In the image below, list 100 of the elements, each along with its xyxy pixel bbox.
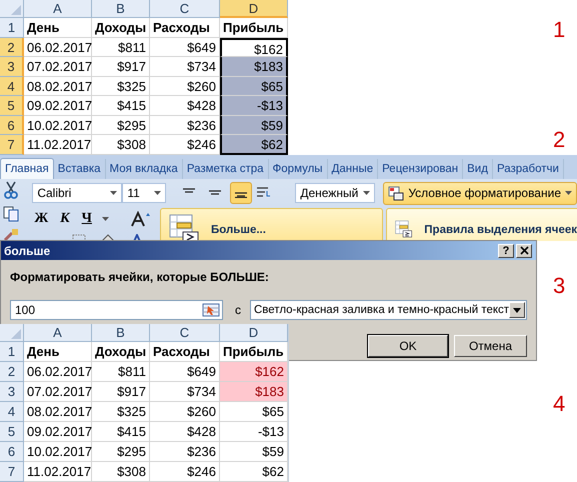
column-header[interactable]: D (220, 324, 288, 342)
column-header[interactable]: A (24, 324, 92, 342)
row-header[interactable]: 6 (0, 116, 24, 135)
grow-font-icon[interactable] (130, 211, 151, 227)
table-cell: $65 (220, 402, 288, 422)
row-header[interactable]: 2 (0, 38, 24, 57)
cancel-button[interactable]: Отмена (454, 335, 527, 357)
row-header[interactable]: 4 (0, 402, 24, 422)
format-button[interactable]: Ч (80, 211, 94, 227)
table-cell: $325 (92, 76, 150, 96)
table-cell: $183 (220, 382, 288, 402)
brush-icon[interactable] (3, 229, 19, 241)
table-cell: $917 (92, 57, 150, 76)
table-cell: 09.02.2017 (24, 422, 92, 442)
dialog-title: больше (4, 244, 52, 258)
triangle-icon (11, 329, 21, 339)
table-cell: $811 (92, 38, 150, 57)
row-header[interactable]: 2 (0, 362, 24, 382)
row-header[interactable]: 1 (0, 342, 24, 362)
align-button[interactable] (230, 182, 252, 204)
row-header[interactable]: 7 (0, 462, 24, 482)
table-cell: -$13 (220, 422, 288, 442)
table-cell: 06.02.2017 (24, 362, 92, 382)
row-header[interactable]: 3 (0, 382, 24, 402)
menu-item[interactable]: Правила выделения ячеек (386, 208, 577, 241)
row-header[interactable]: 6 (0, 442, 24, 462)
row-header[interactable]: 3 (0, 57, 24, 76)
table-cell: 10.02.2017 (24, 116, 92, 135)
column-header[interactable]: A (24, 0, 92, 18)
caret-icon (154, 191, 162, 195)
ribbon-tab[interactable]: Рецензирован (378, 159, 464, 179)
table-cell: $59 (220, 442, 288, 462)
column-header[interactable]: B (92, 0, 150, 18)
column-header[interactable]: D (220, 0, 288, 18)
row-header[interactable]: 7 (0, 135, 24, 154)
table-cell: 08.02.2017 (24, 76, 92, 96)
table-cell: $260 (150, 402, 220, 422)
format-style-dropdown[interactable]: Светло-красная заливка и темно-красный текст (250, 300, 527, 320)
table-cell: $62 (220, 135, 288, 154)
ribbon-tab[interactable]: Вставка (54, 159, 106, 179)
step-number: 1 (553, 18, 566, 42)
copy-icon[interactable] (3, 206, 21, 222)
row-header[interactable]: 4 (0, 76, 24, 96)
table-cell: -$13 (220, 96, 288, 116)
column-header[interactable]: B (92, 324, 150, 342)
scissors-icon[interactable] (3, 181, 19, 199)
table-cell: Прибыль (220, 18, 288, 38)
table-cell: Расходы (150, 342, 220, 362)
table-cell: $62 (220, 462, 288, 482)
close-icon (520, 246, 528, 255)
table-cell: $308 (92, 462, 150, 482)
table-cell: Расходы (150, 18, 220, 38)
table-cell: 09.02.2017 (24, 96, 92, 116)
row-header[interactable]: 1 (0, 18, 24, 38)
column-header[interactable]: C (150, 0, 220, 18)
ribbon-tab[interactable]: Разметка стра (182, 159, 269, 179)
column-header[interactable]: C (150, 324, 220, 342)
row-header[interactable]: 5 (0, 96, 24, 116)
ribbon-tab[interactable]: Моя вкладка (106, 159, 183, 179)
with-label: с (235, 303, 241, 317)
table-cell: $917 (92, 382, 150, 402)
row-header[interactable]: 5 (0, 422, 24, 442)
format-button[interactable]: Ж (32, 211, 50, 227)
triangle-icon (11, 5, 21, 15)
table-cell: $183 (220, 57, 288, 76)
ribbon-tab[interactable]: Данные (328, 159, 378, 179)
ribbon-tab[interactable]: Главная (0, 158, 54, 179)
caret-icon[interactable] (102, 217, 109, 221)
table-cell: День (24, 342, 92, 362)
step-number: 3 (553, 274, 566, 298)
ribbon-tab[interactable]: Разработчи (492, 159, 564, 179)
format-button[interactable]: К (58, 211, 72, 227)
table-cell: 10.02.2017 (24, 442, 92, 462)
help-button[interactable]: ? (498, 244, 514, 258)
table-cell: $295 (92, 442, 150, 462)
font-dropdown[interactable]: Calibri (32, 183, 122, 203)
close-button[interactable] (516, 244, 532, 258)
table-cell: $325 (92, 402, 150, 422)
table-cell: 07.02.2017 (24, 382, 92, 402)
conditional-format-icon (388, 186, 404, 200)
ribbon-tab[interactable]: Формулы (268, 159, 328, 179)
number-format-dropdown[interactable]: Денежный (295, 183, 376, 203)
conditional-formatting-button[interactable]: Условное форматирование (383, 182, 577, 204)
table-cell: $415 (92, 422, 150, 442)
table-cell: 08.02.2017 (24, 402, 92, 422)
table-cell: День (24, 18, 92, 38)
table-cell: $811 (92, 362, 150, 382)
caret-icon (565, 191, 572, 195)
caret-icon (513, 308, 522, 312)
step-number: 2 (553, 128, 566, 152)
menu-item[interactable]: Больше... (160, 208, 383, 241)
range-picker-icon[interactable] (202, 303, 220, 317)
table-cell: $649 (150, 38, 220, 57)
font-size-dropdown[interactable]: 11 (122, 183, 166, 203)
value-input-field[interactable]: 100 (10, 300, 223, 320)
ok-button[interactable]: OK (368, 335, 448, 357)
table-cell: $236 (150, 442, 220, 462)
caret-icon (110, 191, 118, 195)
ribbon-tab[interactable]: Вид (463, 159, 493, 179)
table-cell: $415 (92, 96, 150, 116)
